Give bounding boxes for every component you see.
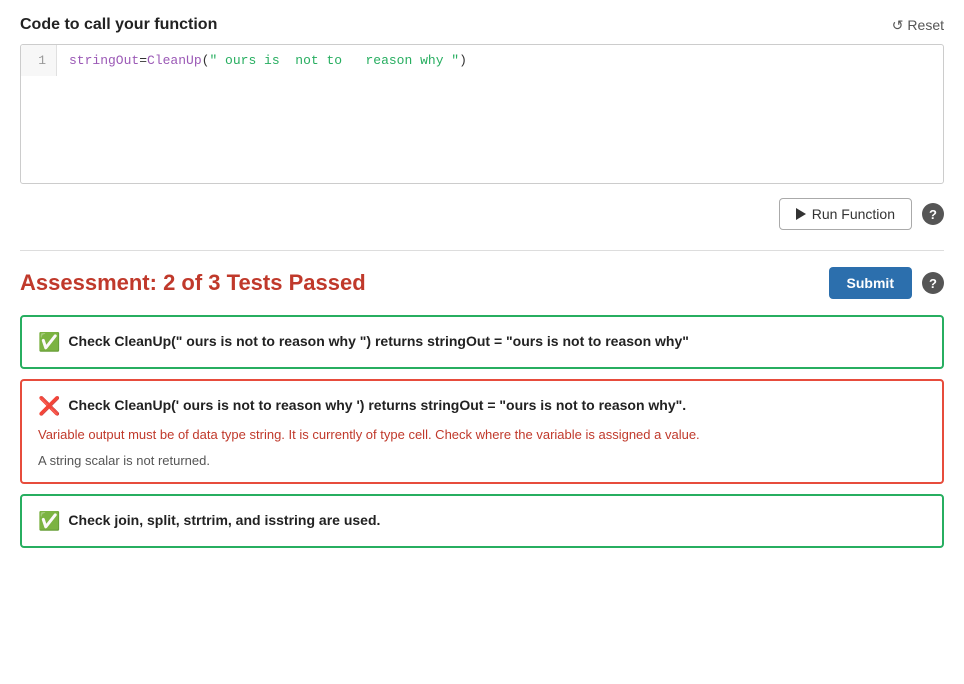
run-function-label: Run Function [812, 206, 895, 222]
run-help-label: ? [929, 207, 937, 222]
test-error-2: Variable output must be of data type str… [38, 425, 926, 445]
code-paren-close: ) [459, 53, 467, 68]
assessment-header: Assessment: 2 of 3 Tests Passed Submit ? [20, 267, 944, 299]
play-icon [796, 208, 806, 220]
line-numbers: 1 [21, 45, 57, 76]
reset-button[interactable]: ↺ Reset [892, 17, 944, 34]
test-pass-icon-1: ✅ [38, 332, 60, 353]
reset-label: Reset [907, 17, 944, 33]
run-toolbar: Run Function ? [20, 198, 944, 230]
code-func: CleanUp [147, 53, 202, 68]
test-card-3: ✅ Check join, split, strtrim, and isstri… [20, 494, 944, 548]
code-var: stringOut [69, 53, 139, 68]
run-help-button[interactable]: ? [922, 203, 944, 225]
submit-button[interactable]: Submit [829, 267, 912, 299]
test-label-2: Check CleanUp(' ours is not to reason wh… [68, 395, 686, 416]
assessment-title: Assessment: 2 of 3 Tests Passed [20, 270, 366, 296]
code-equals: = [139, 53, 147, 68]
test-label-3: Check join, split, strtrim, and isstring… [68, 510, 380, 531]
section-divider [20, 250, 944, 251]
line-number-1: 1 [31, 53, 46, 68]
code-string: " ours is not to reason why " [209, 53, 459, 68]
test-note-2: A string scalar is not returned. [38, 453, 926, 468]
code-editor[interactable]: 1 stringOut=CleanUp(" ours is not to rea… [20, 44, 944, 184]
assessment-actions: Submit ? [829, 267, 944, 299]
test-fail-icon-2: ❌ [38, 396, 60, 417]
assessment-help-button[interactable]: ? [922, 272, 944, 294]
assessment-help-label: ? [929, 276, 937, 291]
section-title: Code to call your function [20, 16, 217, 34]
test-card-2: ❌ Check CleanUp(' ours is not to reason … [20, 379, 944, 484]
run-function-button[interactable]: Run Function [779, 198, 912, 230]
code-section-header: Code to call your function ↺ Reset [20, 16, 944, 34]
test-label-1: Check CleanUp(" ours is not to reason wh… [68, 331, 688, 352]
test-pass-icon-3: ✅ [38, 511, 60, 532]
reset-icon: ↺ [892, 17, 904, 34]
test-card-1: ✅ Check CleanUp(" ours is not to reason … [20, 315, 944, 369]
code-content[interactable]: stringOut=CleanUp(" ours is not to reaso… [57, 45, 943, 76]
